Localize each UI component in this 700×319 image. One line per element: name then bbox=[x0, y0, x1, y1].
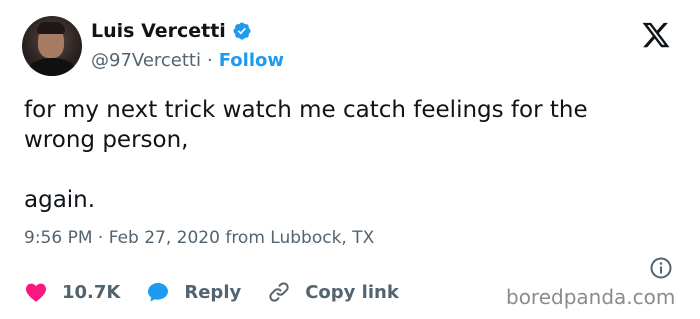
handle-separator: · bbox=[207, 50, 213, 71]
watermark: boredpanda.com bbox=[506, 285, 676, 309]
x-logo-icon[interactable] bbox=[640, 20, 672, 50]
author-name-row: Luis Vercetti bbox=[91, 20, 252, 42]
speech-bubble-icon bbox=[148, 283, 169, 302]
tweet-text: for my next trick watch me catch feeling… bbox=[24, 97, 588, 213]
tweet-time[interactable]: 9:56 PM bbox=[24, 228, 93, 248]
tweet-meta: 9:56 PM · Feb 27, 2020 from Lubbock, TX bbox=[24, 228, 374, 248]
author-handle-row: @97Vercetti · Follow bbox=[91, 50, 284, 71]
tweet-card: Luis Vercetti @97Vercetti · Follow for m… bbox=[0, 0, 700, 319]
tweet-date-location[interactable]: Feb 27, 2020 from Lubbock, TX bbox=[109, 228, 375, 248]
author-handle[interactable]: @97Vercetti bbox=[91, 50, 201, 71]
meta-separator: · bbox=[92, 228, 109, 248]
author-display-name[interactable]: Luis Vercetti bbox=[91, 20, 226, 42]
copy-link-label: Copy link bbox=[305, 281, 399, 303]
like-count: 10.7K bbox=[62, 281, 121, 303]
link-icon bbox=[269, 282, 289, 302]
avatar-shirt bbox=[28, 58, 76, 76]
like-button[interactable]: 10.7K bbox=[24, 280, 120, 304]
heart-icon bbox=[26, 283, 46, 302]
copy-link-button[interactable]: Copy link bbox=[267, 280, 399, 304]
avatar[interactable] bbox=[22, 16, 82, 76]
reply-label: Reply bbox=[184, 281, 242, 303]
verified-badge-icon bbox=[233, 22, 251, 40]
avatar-hair bbox=[37, 22, 65, 34]
follow-button[interactable]: Follow bbox=[219, 50, 284, 71]
tweet-actions: 10.7K Reply Copy link bbox=[24, 280, 425, 304]
reply-button[interactable]: Reply bbox=[146, 280, 241, 304]
info-icon[interactable] bbox=[649, 256, 673, 280]
